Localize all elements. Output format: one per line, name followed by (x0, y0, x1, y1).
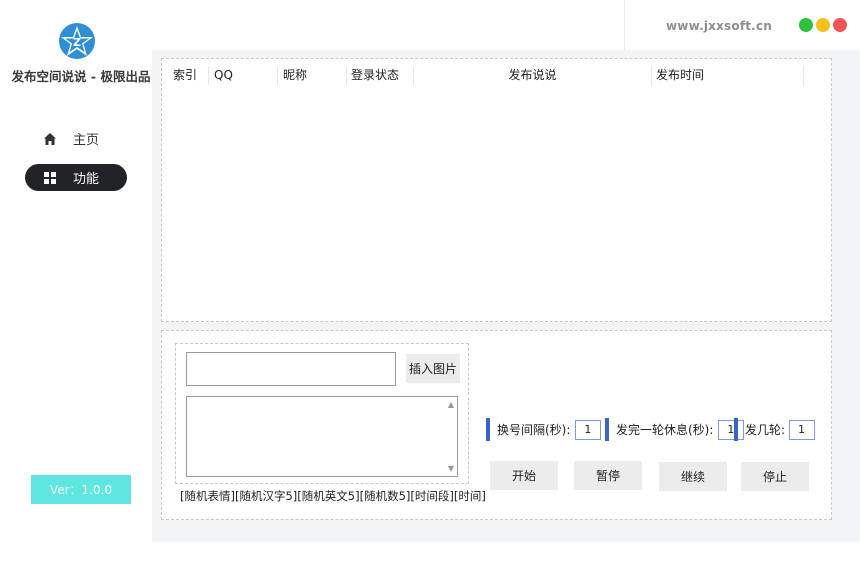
token-time-period[interactable]: [时间段] (410, 489, 453, 503)
sidebar-item-label: 功能 (73, 172, 100, 187)
post-content-textarea[interactable]: ▲ ▼ (186, 396, 458, 477)
scroll-down-icon[interactable]: ▼ (448, 464, 454, 473)
rounds-label: 发几轮: (745, 423, 786, 437)
column-header-post-content[interactable]: 发布说说 (414, 67, 652, 85)
param-accent-bar (734, 418, 738, 441)
maximize-button[interactable] (799, 18, 813, 32)
token-time[interactable]: [时间] (454, 489, 486, 503)
compose-box: 插入图片 ▲ ▼ (175, 343, 469, 484)
start-button[interactable]: 开始 (490, 461, 558, 490)
continue-button[interactable]: 继续 (659, 462, 727, 491)
app-title: 发布空间说说 - 极限出品 (11, 69, 151, 84)
interval-label: 换号间隔(秒): (497, 423, 571, 437)
token-list: [随机表情][随机汉字5][随机英文5][随机数5][时间段][时间] (180, 488, 486, 504)
column-header-nickname[interactable]: 昵称 (279, 67, 347, 85)
token-random-hanzi[interactable]: [随机汉字5] (235, 489, 297, 503)
rounds-setting: 发几轮: 1 (734, 418, 816, 441)
rest-label: 发完一轮休息(秒): (616, 423, 714, 437)
sidebar-item-label: 主页 (73, 133, 100, 148)
account-table[interactable]: 索引 QQ 昵称 登录状态 发布说说 发布时间 (161, 58, 832, 322)
sidebar-item-home[interactable]: 主页 (25, 125, 127, 152)
pause-button[interactable]: 暂停 (574, 461, 642, 490)
header-divider (624, 0, 625, 50)
close-button[interactable] (833, 18, 847, 32)
insert-image-button[interactable]: 插入图片 (406, 354, 460, 383)
control-panel: 插入图片 ▲ ▼ [随机表情][随机汉字5][随机英文5][随机数5][时间段]… (161, 330, 832, 520)
rounds-input[interactable]: 1 (789, 419, 816, 440)
token-random-number[interactable]: [随机数5] (360, 489, 411, 503)
minimize-button[interactable] (816, 18, 830, 32)
table-header: 索引 QQ 昵称 登录状态 发布说说 发布时间 (162, 59, 812, 91)
column-header-qq[interactable]: QQ (210, 67, 278, 85)
textarea-scrollbar[interactable]: ▲ ▼ (443, 397, 457, 476)
main-content: 索引 QQ 昵称 登录状态 发布说说 发布时间 插入图片 ▲ ▼ [随机表情][… (152, 50, 860, 542)
image-path-input[interactable] (186, 352, 396, 386)
sidebar-item-function[interactable]: 功能 (25, 164, 127, 191)
param-accent-bar (486, 418, 490, 441)
qzone-star-logo-icon: Z (59, 23, 95, 59)
interval-input[interactable]: 1 (575, 419, 602, 440)
sidebar: Z 发布空间说说 - 极限出品 主页 功能 Ver：1.0.0 (0, 0, 152, 562)
version-badge: Ver：1.0.0 (31, 475, 131, 504)
token-random-emoji[interactable]: [随机表情] (180, 489, 235, 503)
column-header-post-time[interactable]: 发布时间 (652, 67, 804, 85)
svg-text:Z: Z (73, 36, 81, 49)
param-accent-bar (605, 418, 609, 441)
rest-setting: 发完一轮休息(秒): 1 (605, 418, 745, 441)
app-window: Z 发布空间说说 - 极限出品 主页 功能 Ver：1.0.0 www.jxxs… (0, 0, 860, 562)
column-header-login-status[interactable]: 登录状态 (347, 67, 414, 85)
scroll-up-icon[interactable]: ▲ (448, 400, 454, 409)
site-url-link[interactable]: www.jxxsoft.cn (666, 19, 772, 33)
interval-setting: 换号间隔(秒): 1 (486, 418, 602, 441)
column-header-index[interactable]: 索引 (169, 67, 209, 85)
home-icon (44, 132, 56, 145)
token-random-english[interactable]: [随机英文5] (297, 489, 359, 503)
stop-button[interactable]: 停止 (741, 462, 809, 491)
grid-icon (44, 171, 56, 184)
